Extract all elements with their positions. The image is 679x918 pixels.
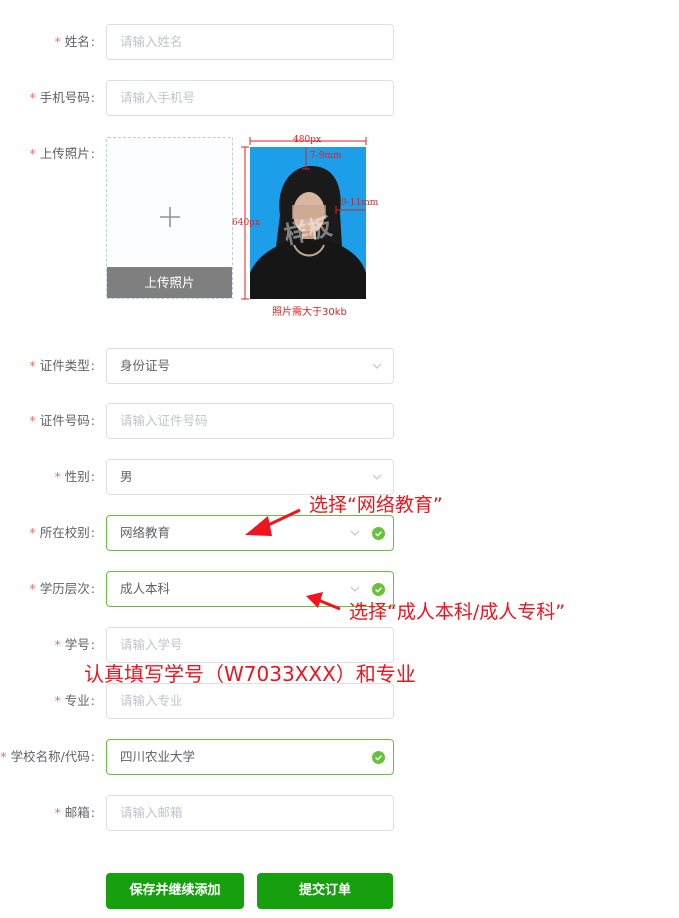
form-row-email: * 邮箱: 请输入邮箱 (0, 795, 679, 831)
check-circle-icon (372, 527, 385, 540)
student-id-annotation: 认真填写学号（W7033XXX）和专业 (84, 662, 416, 686)
chevron-down-icon[interactable] (350, 528, 360, 538)
photo-label: * 上传照片: (29, 146, 95, 161)
upload-photo-button[interactable]: 上传照片 (107, 267, 232, 298)
form-row-level: * 学历层次: 成人本科 (0, 571, 679, 607)
submit-order-button[interactable]: 提交订单 (257, 873, 393, 909)
sample-side-margin-label: 9-11mm (341, 198, 379, 208)
form-row-id-type: * 证件类型: 身份证号 (0, 348, 679, 384)
name-placeholder: 请输入姓名 (120, 34, 183, 49)
id-number-input[interactable]: 请输入证件号码 (106, 403, 394, 439)
phone-input[interactable]: 请输入手机号 (106, 80, 394, 116)
major-input[interactable]: 请输入专业 (106, 683, 394, 719)
id-number-placeholder: 请输入证件号码 (120, 413, 208, 428)
plus-icon (158, 205, 182, 229)
name-label: * 姓名: (54, 34, 95, 49)
gender-label: * 性别: (54, 469, 95, 484)
level-label: * 学历层次: (29, 581, 95, 596)
form-row-campus: * 所在校别: 网络教育 (0, 515, 679, 551)
campus-annotation: 选择“网络教育” (309, 494, 443, 516)
level-annotation: 选择“成人本科/成人专科” (349, 601, 566, 623)
form-row-id-number: * 证件号码: 请输入证件号码 (0, 403, 679, 439)
email-label: * 邮箱: (54, 805, 95, 820)
chevron-down-icon[interactable] (372, 361, 382, 371)
check-circle-icon (372, 751, 385, 764)
sample-caption: 照片需大于30kb (272, 307, 347, 318)
id-type-select[interactable]: 身份证号 (106, 348, 394, 384)
form-row-phone: * 手机号码: 请输入手机号 (0, 80, 679, 116)
email-placeholder: 请输入邮箱 (120, 805, 183, 820)
school-value: 四川农业大学 (120, 749, 196, 764)
campus-select[interactable]: 网络教育 (106, 515, 394, 551)
major-label: * 专业: (54, 693, 95, 708)
phone-placeholder: 请输入手机号 (120, 90, 196, 105)
sample-photo: 样板 480px 7-9mm 9-11mm 640px 照片需大于30kb (232, 135, 380, 320)
check-circle-icon (372, 583, 385, 596)
save-and-continue-button[interactable]: 保存并继续添加 (106, 873, 244, 909)
sample-width-label: 480px (293, 135, 322, 145)
student-id-placeholder: 请输入学号 (120, 637, 183, 652)
campus-value: 网络教育 (120, 525, 171, 540)
major-placeholder: 请输入专业 (120, 693, 183, 708)
chevron-down-icon[interactable] (372, 472, 382, 482)
sample-top-margin-label: 7-9mm (310, 151, 342, 161)
id-type-value: 身份证号 (120, 358, 171, 373)
form-row-major: * 专业: 请输入专业 (0, 683, 679, 719)
sample-height-label: 640px (232, 218, 261, 228)
email-input[interactable]: 请输入邮箱 (106, 795, 394, 831)
photo-upload-area[interactable]: 上传照片 (106, 137, 233, 299)
school-label: * 学校名称/代码: (0, 749, 95, 764)
level-value: 成人本科 (120, 581, 171, 596)
form-row-school: * 学校名称/代码: 四川农业大学 (0, 739, 679, 775)
name-input[interactable]: 请输入姓名 (106, 24, 394, 60)
form-row-name: * 姓名: 请输入姓名 (0, 24, 679, 60)
school-input[interactable]: 四川农业大学 (106, 739, 394, 775)
phone-label: * 手机号码: (29, 90, 95, 105)
campus-label: * 所在校别: (29, 525, 95, 540)
gender-value: 男 (120, 469, 133, 484)
id-type-label: * 证件类型: (29, 358, 95, 373)
id-number-label: * 证件号码: (29, 413, 95, 428)
chevron-down-icon[interactable] (350, 584, 360, 594)
